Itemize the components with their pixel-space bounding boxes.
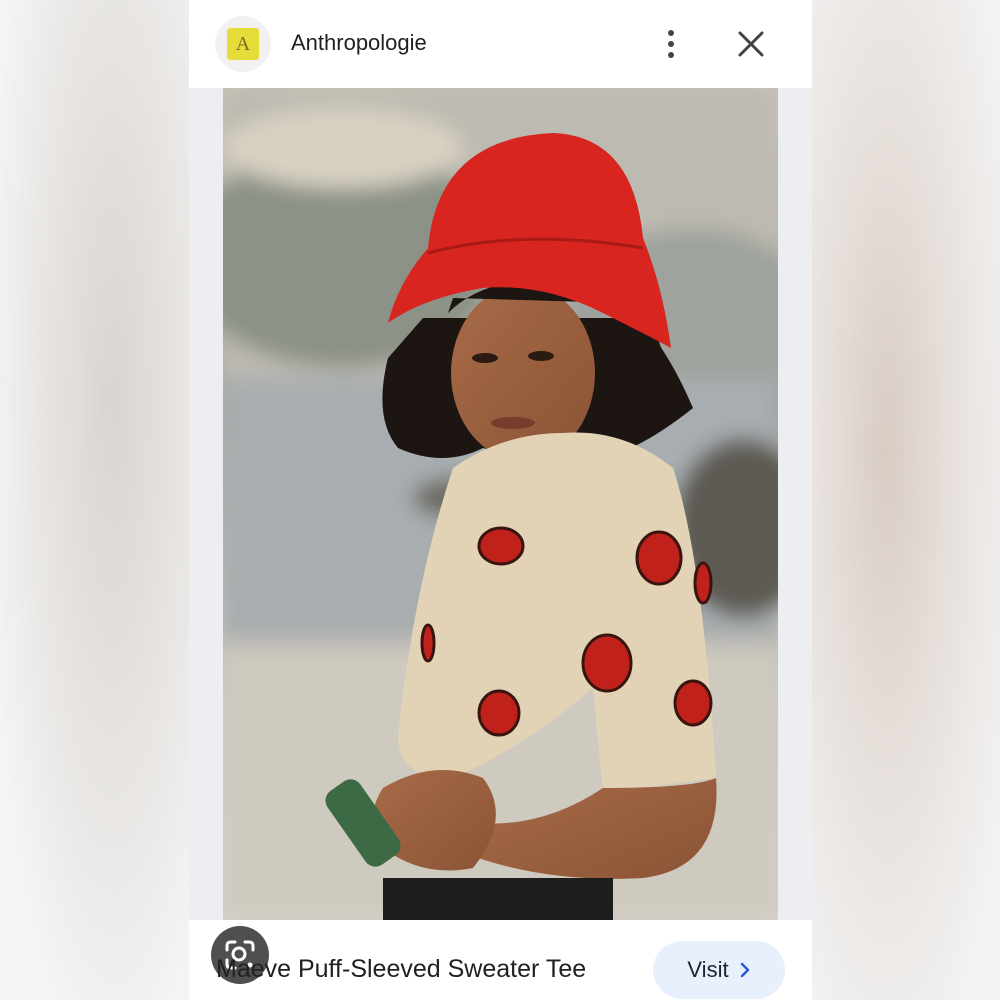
image-area xyxy=(189,88,812,984)
card-footer: Maeve Puff-Sleeved Sweater Tee Visit xyxy=(189,920,812,1000)
site-favicon[interactable]: A xyxy=(215,16,271,72)
close-button[interactable] xyxy=(735,28,767,60)
blurred-background-left xyxy=(0,0,189,1000)
chevron-right-icon xyxy=(740,962,749,978)
product-photo-illustration xyxy=(223,88,778,920)
more-vert-dot xyxy=(668,41,674,47)
blurred-background-right xyxy=(812,0,1000,1000)
product-title[interactable]: Maeve Puff-Sleeved Sweater Tee xyxy=(216,955,586,984)
visit-button[interactable]: Visit xyxy=(653,941,785,999)
more-vert-dot xyxy=(668,52,674,58)
more-vert-icon xyxy=(668,30,674,36)
close-icon xyxy=(738,31,764,57)
product-photo[interactable] xyxy=(223,88,778,920)
more-options-button[interactable] xyxy=(657,26,685,62)
site-name[interactable]: Anthropologie xyxy=(291,30,427,56)
card-header: A Anthropologie xyxy=(189,0,812,88)
image-preview-card: A Anthropologie Maeve Puff-Sleeved Sweat… xyxy=(189,0,812,1000)
visit-label: Visit xyxy=(687,957,729,982)
site-logo: A xyxy=(227,28,259,60)
